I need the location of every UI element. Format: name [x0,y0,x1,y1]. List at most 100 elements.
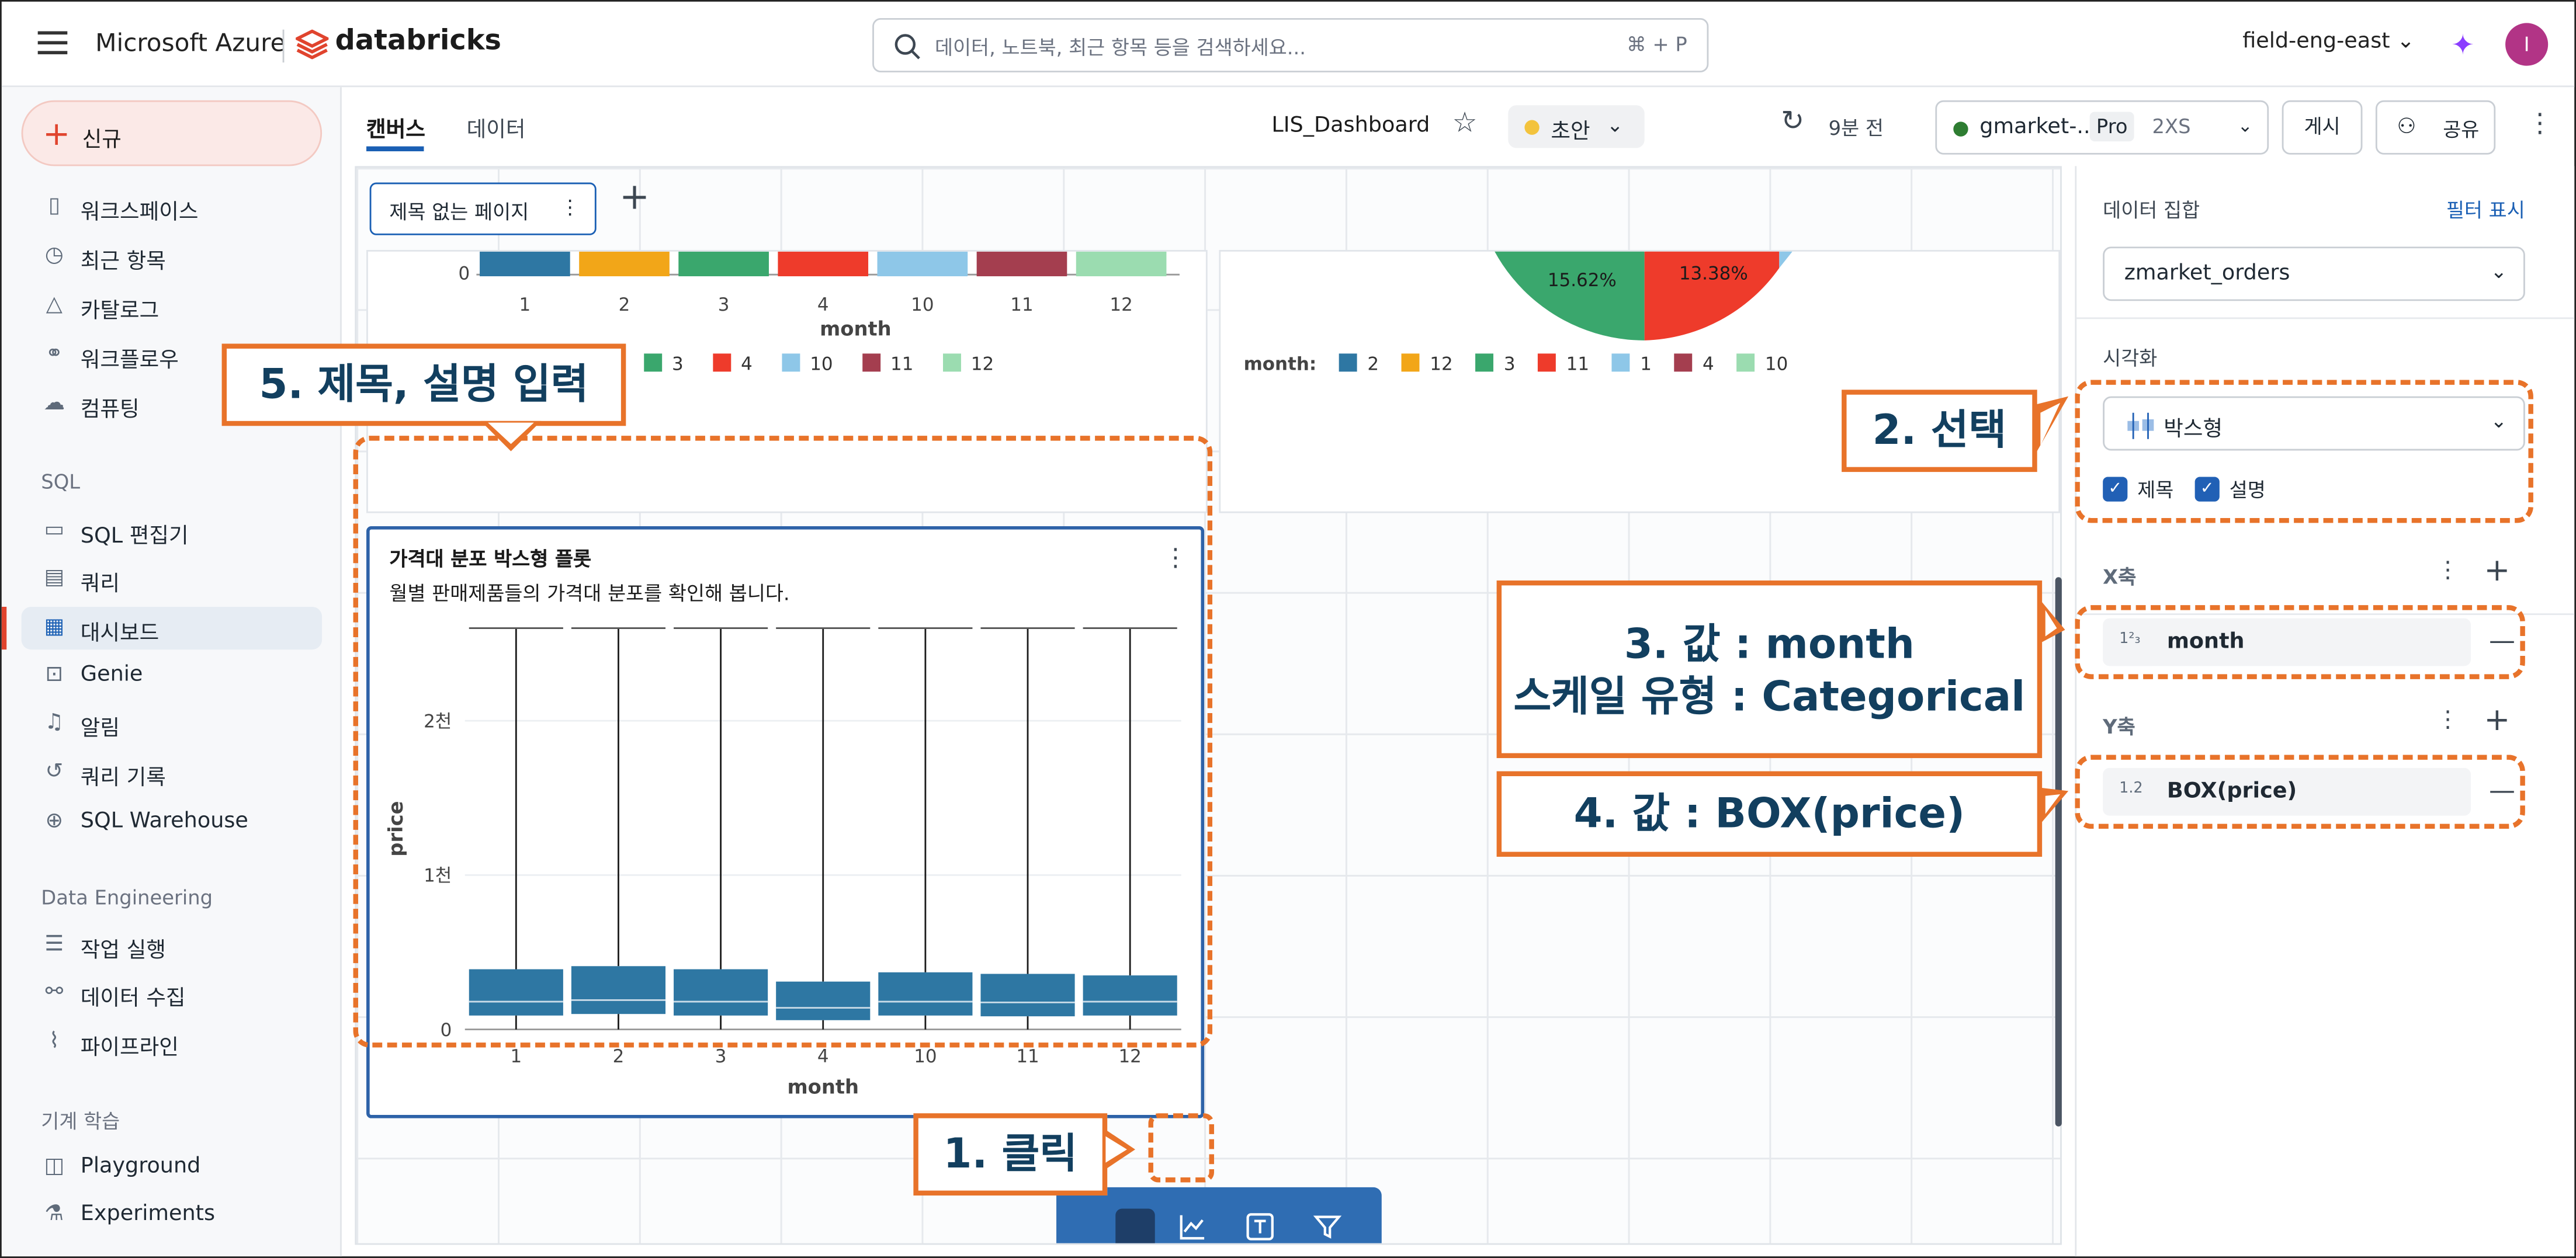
x-axis-add-icon[interactable]: + [2484,552,2511,589]
ingest-icon: ⚯ [45,980,64,1005]
sidebar-item-query-history[interactable]: ↺ 쿼리 기록 [22,752,323,794]
new-button[interactable]: + 신규 [21,100,323,166]
add-visualization-icon[interactable] [1178,1212,1208,1242]
sidebar-item-playground[interactable]: ◫ Playground [22,1146,323,1189]
sidebar-item-genie[interactable]: ⊡ Genie [22,655,323,697]
pie-slice-label: 13.38% [1679,263,1748,284]
sidebar-item-sql-warehouse[interactable]: ⊕ SQL Warehouse [22,801,323,843]
catalog-icon: △ [46,293,63,318]
workspace-name: field-eng-east [2242,29,2390,54]
annotation-select: 2. 선택 [1842,390,2037,472]
page-tab[interactable]: 제목 없는 페이지 ⋮ [369,182,597,235]
legend-label: 4 [741,353,753,375]
sidebar-item-catalog[interactable]: △ 카탈로그 [22,284,323,327]
x-tick-label: 12 [1118,1046,1141,1067]
sidebar-item-label: 대시보드 [80,621,160,647]
sidebar-item-label: SQL 편집기 [80,524,189,550]
add-filter-icon[interactable] [1313,1212,1343,1242]
sidebar-item-experiments[interactable]: ⚗ Experiments [22,1194,323,1236]
sidebar-item-data-ingestion[interactable]: ⚯ 데이터 수집 [22,972,323,1014]
bar [976,251,1067,277]
share-label: 공유 [2443,118,2480,142]
sidebar-item-alerts[interactable]: ♫ 알림 [22,702,323,745]
legend-item: 1 [1612,353,1652,375]
avatar[interactable]: I [2505,23,2549,66]
sidebar-item-recents[interactable]: ◷ 최근 항목 [22,235,323,278]
dashboard-icon: ▦ [44,615,65,640]
toolbar-selected-slot[interactable] [1115,1208,1155,1243]
dashboard-title[interactable]: LIS_Dashboard [1271,113,1430,138]
more-options-icon[interactable]: ⋮ [2527,107,2553,138]
x-axis-label: X축 [2103,565,2137,589]
page-tab-menu-icon[interactable]: ⋮ [560,196,580,218]
y-axis-label: Y축 [2103,715,2135,739]
sidebar-section-ml: 기계 학습 [41,1110,120,1134]
x-axis-title: month [788,1075,859,1098]
refresh-icon[interactable]: ↻ [1781,105,1804,138]
chevron-down-icon: ⌄ [2397,29,2415,54]
page-tab-label: 제목 없는 페이지 [389,200,529,224]
y-axis-menu-icon[interactable]: ⋮ [2436,707,2459,734]
x-tick-label: 4 [817,294,829,315]
hamburger-menu-icon[interactable] [37,31,68,54]
assistant-sparkle-icon[interactable]: ✦ [2451,30,2474,62]
genie-icon: ⊡ [45,662,64,687]
sidebar-item-pipelines[interactable]: ⌇ 파이프라인 [22,1021,323,1064]
add-page-icon[interactable]: + [619,178,650,218]
legend-label: 10 [810,353,833,375]
annotation-title-desc: 5. 제목, 설명 입력 [221,343,626,426]
add-text-icon[interactable] [1245,1212,1275,1242]
tab-data[interactable]: 데이터 [467,112,526,143]
bar [877,251,968,277]
runs-icon: ☰ [44,932,64,957]
dataset-label: 데이터 집합 [2103,199,2200,223]
robot-icon: ◫ [44,1154,65,1179]
warehouse-size: 2XS [2152,115,2191,138]
sidebar-item-label: 워크플로우 [80,348,179,374]
legend-swatch [1674,353,1693,372]
legend-swatch [1538,353,1556,372]
divider [282,29,285,62]
dataset-select[interactable]: zmarket_orders ⌄ [2103,246,2525,301]
bar [480,251,570,277]
sidebar-item-job-runs[interactable]: ☰ 작업 실행 [22,924,323,967]
sidebar-item-dashboards[interactable]: ▦ 대시보드 [21,606,323,650]
warehouse-selector[interactable]: gmarket-... Pro 2XS ⌄ [1935,100,2269,155]
search-bar[interactable]: 데이터, 노트북, 최근 항목 등을 검색하세요... ⌘ + P [872,18,1709,72]
status-label: 초안 [1551,120,1590,145]
cloud-icon: ☁ [43,391,65,416]
star-icon[interactable]: ☆ [1452,107,1478,140]
tab-canvas[interactable]: 캔버스 [366,112,425,143]
sidebar-item-sql-editor[interactable]: ▭ SQL 편집기 [22,510,323,552]
x-tick-label: 1 [519,294,531,315]
pipeline-icon: ⌇ [48,1029,60,1054]
x-tick-label: 10 [911,294,934,315]
query-icon: ▤ [44,565,65,590]
x-axis-menu-icon[interactable]: ⋮ [2436,558,2459,584]
workflow-icon: ⚭ [45,342,64,367]
pie-chart-widget[interactable]: 15.62% 13.38% month: 2 12 3 11 1 4 10 [1219,249,2061,513]
sidebar-item-workspace[interactable]: ▯ 워크스페이스 [22,186,323,228]
show-filters-link[interactable]: 필터 표시 [2446,196,2525,224]
pie-chart-plot: 15.62% 13.38% [1495,251,1793,340]
share-button[interactable]: ⚇ 공유 [2375,100,2496,155]
sidebar-item-label: SQL Warehouse [80,809,248,834]
bar [1076,251,1167,277]
visualization-label: 시각화 [2103,347,2158,370]
legend-swatch [713,353,731,372]
divider [2076,317,2575,319]
y-axis-add-icon[interactable]: + [2484,702,2511,738]
x-tick-label: 10 [914,1046,937,1067]
publish-button[interactable]: 게시 [2282,100,2363,155]
chevron-down-icon: ⌄ [2490,259,2507,283]
sidebar-item-queries[interactable]: ▤ 쿼리 [22,558,323,600]
box-widget-highlight [353,436,1213,1048]
draft-status-dropdown[interactable]: 초안 ⌄ [1508,105,1645,148]
clock-icon: ◷ [44,243,64,268]
workspace-selector[interactable]: field-eng-east ⌄ [2242,30,2415,54]
canvas-scrollbar[interactable] [2055,577,2062,1127]
sidebar-item-label: 작업 실행 [80,939,166,964]
bar [778,251,869,277]
legend-item: 10 [1737,353,1788,375]
pie-slice-label: 15.62% [1548,270,1617,291]
